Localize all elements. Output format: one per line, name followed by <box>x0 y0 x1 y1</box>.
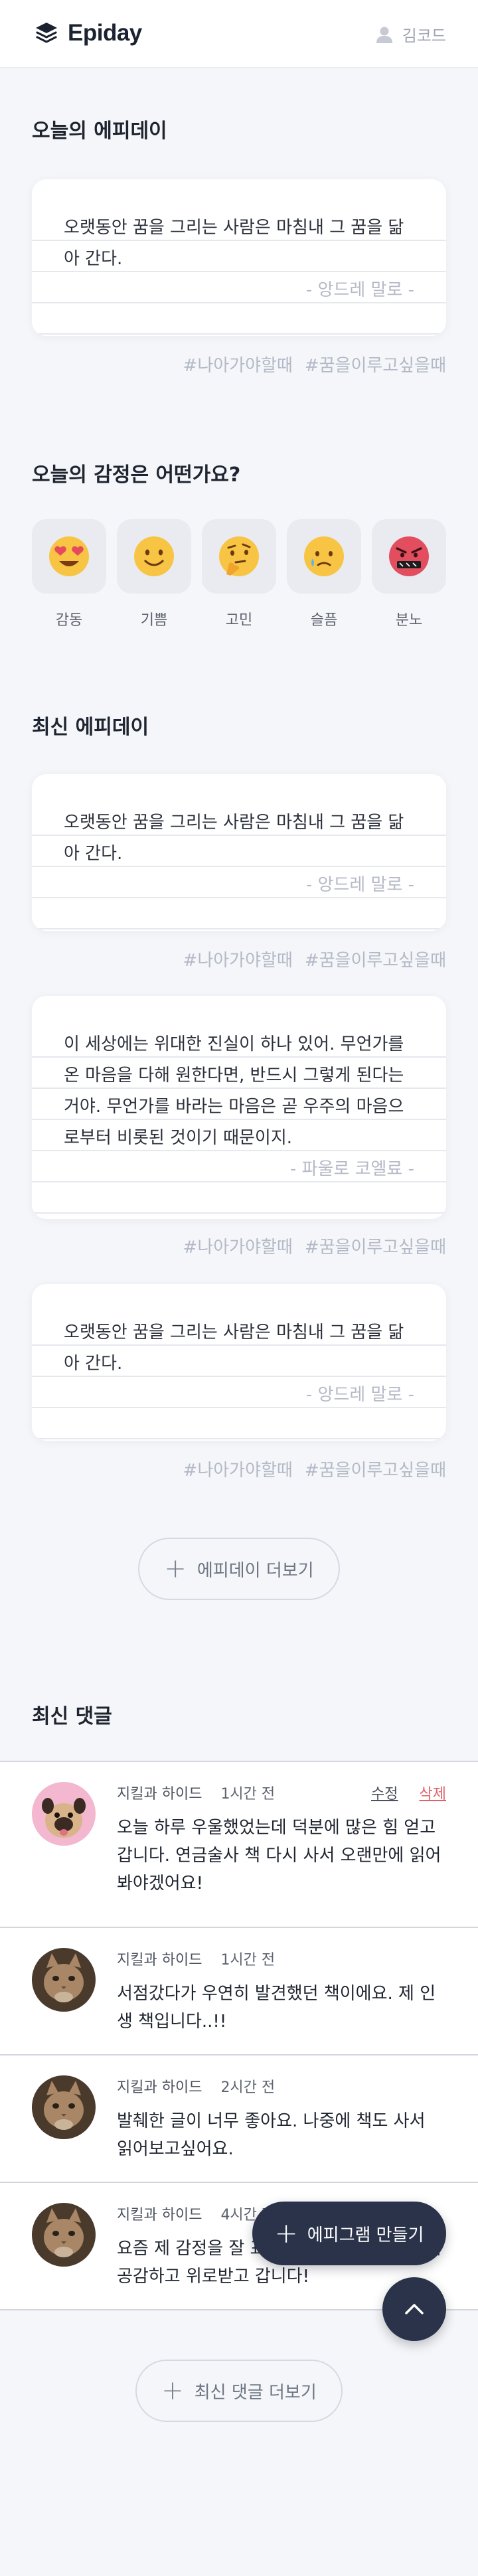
today-tags: #나아가야할때 #꿈을이루고싶을때 <box>183 352 446 376</box>
recent-quote-card[interactable]: 오랫동안 꿈을 그리는 사람은 마침내 그 꿈을 닮아 간다. - 앙드레 말로… <box>32 774 446 931</box>
heart-eyes-emoji-icon <box>49 536 89 576</box>
pug-avatar-icon <box>32 1782 96 1846</box>
emotion-icon-box <box>372 519 446 594</box>
avatar[interactable] <box>32 2075 96 2139</box>
emotion-label: 고민 <box>225 612 253 629</box>
comment-item: 지킬과 하이드 2시간 전 발췌한 글이 너무 좋아요. 나중에 책도 사서 읽… <box>0 2055 478 2183</box>
emotion-label: 분노 <box>395 612 423 629</box>
cat-avatar-icon <box>32 2075 96 2139</box>
comment-author: 지킬과 하이드 <box>117 1786 202 1803</box>
emotion-icon-box <box>32 519 106 594</box>
emotion-icon-box <box>117 519 191 594</box>
quote-author: - 앙드레 말로 - <box>305 875 414 895</box>
plus-icon: + <box>274 2217 298 2249</box>
emotion-label: 감동 <box>55 612 83 629</box>
user-icon <box>376 27 392 43</box>
cat-avatar-icon <box>32 2203 96 2267</box>
emotion-label: 기쁨 <box>140 612 168 629</box>
tag[interactable]: #나아가야할때 <box>183 1457 293 1481</box>
user-name: 김코드 <box>402 27 446 45</box>
comment-author: 지킬과 하이드 <box>117 2079 202 2096</box>
quote-text: 오랫동안 꿈을 그리는 사람은 마침내 그 꿈을 닮아 간다. <box>64 813 404 864</box>
quote-tags: #나아가야할때 #꿈을이루고싶을때 <box>183 947 446 971</box>
avatar[interactable] <box>32 2203 96 2267</box>
today-section-title: 오늘의 에피데이 <box>32 120 167 143</box>
comment-time: 1시간 전 <box>220 1952 276 1969</box>
comment-item: 지킬과 하이드 1시간 전 서점갔다가 우연히 발견했던 책이에요. 제 인생 … <box>0 1928 478 2055</box>
edit-comment-button[interactable]: 수정 <box>371 1782 398 1803</box>
tag[interactable]: #꿈을이루고싶을때 <box>305 947 446 971</box>
create-epigram-button[interactable]: + 에피그램 만들기 <box>252 2202 446 2265</box>
comment-text: 발췌한 글이 너무 좋아요. 나중에 책도 사서 읽어보고싶어요. <box>117 2111 426 2159</box>
top-header: Epiday 김코드 <box>0 0 478 68</box>
quote-author: - 파울로 코엘료 - <box>289 1159 414 1179</box>
more-epiday-label: 에피데이 더보기 <box>197 1560 314 1581</box>
tag[interactable]: #나아가야할때 <box>183 947 293 971</box>
emotion-option-joy[interactable]: 기쁨 <box>117 519 191 629</box>
recent-quote-card[interactable]: 이 세상에는 위대한 진실이 하나 있어. 무언가를 온 마음을 다해 원한다면… <box>32 996 446 1219</box>
comment-time: 2시간 전 <box>220 2079 276 2096</box>
create-epigram-label: 에피그램 만들기 <box>307 2225 424 2245</box>
more-epiday-button[interactable]: + 에피데이 더보기 <box>138 1538 340 1600</box>
emotion-option-sad[interactable]: 슬픔 <box>287 519 361 629</box>
logo[interactable]: Epiday <box>33 20 142 46</box>
delete-comment-button[interactable]: 삭제 <box>420 1782 446 1803</box>
quote-text: 이 세상에는 위대한 진실이 하나 있어. 무언가를 온 마음을 다해 원한다면… <box>64 1034 404 1148</box>
tag[interactable]: #꿈을이루고싶을때 <box>305 352 446 376</box>
comment-meta: 지킬과 하이드 1시간 전 <box>117 1782 275 1803</box>
tag[interactable]: #꿈을이루고싶을때 <box>305 1234 446 1258</box>
comment-author: 지킬과 하이드 <box>117 1952 202 1969</box>
tag[interactable]: #나아가야할때 <box>183 1234 293 1258</box>
comment-text: 오늘 하루 우울했었는데 덕분에 많은 힘 얻고 갑니다. 연금술사 책 다시 … <box>117 1818 441 1893</box>
sad-emoji-icon <box>304 536 344 576</box>
stack-logo-icon <box>36 23 57 43</box>
comments-section-title: 최신 댓글 <box>32 1705 112 1728</box>
comment-text: 서점갔다가 우연히 발견했던 책이에요. 제 인생 책입니다..!! <box>117 1984 436 2032</box>
comment-time: 1시간 전 <box>220 1786 276 1803</box>
chevron-up-icon <box>405 2304 424 2314</box>
quote-tags: #나아가야할때 #꿈을이루고싶을때 <box>183 1234 446 1258</box>
emotion-label: 슬픔 <box>310 612 338 629</box>
recent-section-title: 최신 에피데이 <box>32 716 149 739</box>
quote-tags: #나아가야할때 #꿈을이루고싶을때 <box>183 1457 446 1481</box>
emotion-option-worry[interactable]: 고민 <box>202 519 276 629</box>
cat-avatar-icon <box>32 1948 96 2012</box>
today-quote-card[interactable]: 오랫동안 꿈을 그리는 사람은 마침내 그 꿈을 닮아 간다. - 앙드레 말로… <box>32 179 446 336</box>
scroll-top-button[interactable] <box>382 2277 446 2341</box>
tag[interactable]: #나아가야할때 <box>183 352 293 376</box>
emotion-section-title: 오늘의 감정은 어떤가요? <box>32 463 241 487</box>
emotion-option-anger[interactable]: 분노 <box>372 519 446 629</box>
recent-quote-card[interactable]: 오랫동안 꿈을 그리는 사람은 마침내 그 꿈을 닮아 간다. - 앙드레 말로… <box>32 1284 446 1441</box>
avatar[interactable] <box>32 1782 96 1846</box>
quote-text: 오랫동안 꿈을 그리는 사람은 마침내 그 꿈을 닮아 간다. <box>64 218 404 269</box>
avatar[interactable] <box>32 1948 96 2012</box>
tag[interactable]: #꿈을이루고싶을때 <box>305 1457 446 1481</box>
comment-meta: 지킬과 하이드 2시간 전 <box>117 2075 275 2097</box>
logo-text: Epiday <box>68 20 142 46</box>
plus-icon: + <box>164 1554 187 1584</box>
comment-meta: 지킬과 하이드 1시간 전 <box>117 1948 275 1969</box>
emotion-option-moved[interactable]: 감동 <box>32 519 106 629</box>
quote-author: - 앙드레 말로 - <box>305 280 414 300</box>
emotion-picker: 감동 기쁨 고민 슬픔 분노 <box>32 519 446 629</box>
smile-emoji-icon <box>134 536 174 576</box>
angry-emoji-icon <box>389 536 429 576</box>
comment-actions: 수정 삭제 <box>371 1782 446 1803</box>
thinking-emoji-icon <box>219 536 259 576</box>
quote-text: 오랫동안 꿈을 그리는 사람은 마침내 그 꿈을 닮아 간다. <box>64 1323 404 1374</box>
comment-author: 지킬과 하이드 <box>117 2207 202 2223</box>
more-comments-button[interactable]: + 최신 댓글 더보기 <box>135 2360 343 2422</box>
quote-author: - 앙드레 말로 - <box>305 1385 414 1405</box>
emotion-icon-box <box>287 519 361 594</box>
more-comments-label: 최신 댓글 더보기 <box>194 2382 317 2403</box>
user-menu[interactable]: 김코드 <box>374 23 446 46</box>
comment-meta: 지킬과 하이드 4시간 전 <box>117 2203 275 2224</box>
plus-icon: + <box>161 2375 184 2406</box>
comment-item: 지킬과 하이드 1시간 전 수정 삭제 오늘 하루 우울했었는데 덕분에 많은 … <box>0 1761 478 1928</box>
emotion-icon-box <box>202 519 276 594</box>
